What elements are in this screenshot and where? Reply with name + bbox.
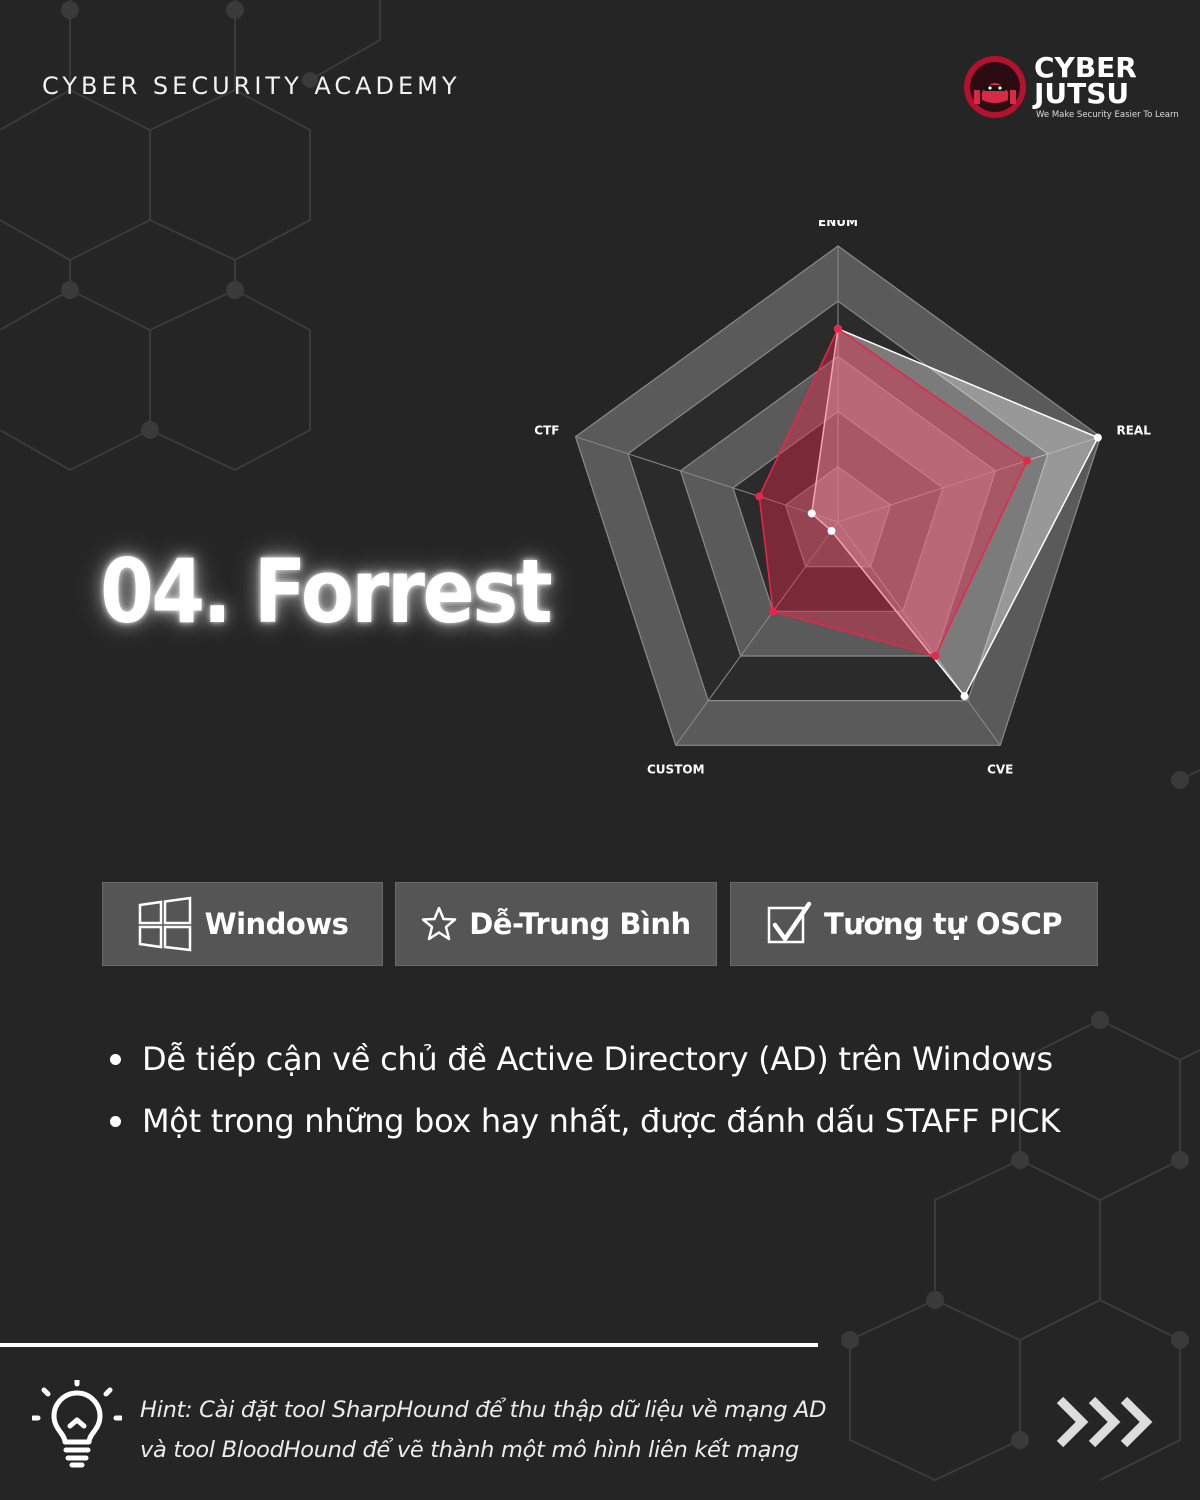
bullet-dot — [110, 1054, 121, 1065]
logo-word-jutsu: JUTSU — [1034, 77, 1130, 110]
difficulty-tag: Dễ-Trung Bình — [395, 882, 717, 966]
radar-point-2-cve — [931, 651, 940, 660]
radar-axis-label-ctf: CTF — [534, 424, 559, 438]
triple-chevron-right-icon[interactable] — [1052, 1392, 1162, 1452]
list-item-text: Dễ tiếp cận về chủ đề Active Directory (… — [142, 1040, 1053, 1078]
radar-point-1-custom — [827, 526, 836, 535]
lightbulb-icon — [32, 1380, 122, 1468]
bullet-dot — [110, 1116, 121, 1127]
radar-axis-label-enum: ENUM — [818, 220, 858, 229]
list-item-text: Một trong những box hay nhất, được đánh … — [142, 1102, 1061, 1140]
box-title: 04. Forrest — [100, 540, 553, 643]
star-icon — [421, 906, 457, 942]
academy-label: CYBER SECURITY ACADEMY — [42, 72, 461, 100]
difficulty-tag-label: Dễ-Trung Bình — [469, 907, 691, 941]
divider-line — [0, 1343, 818, 1347]
hint-line-1: Hint: Cài đặt tool SharpHound để thu thậ… — [140, 1397, 827, 1423]
radar-axis-label-cve: CVE — [987, 762, 1013, 776]
logo-tagline: We Make Security Easier To Learn — [1036, 110, 1179, 120]
radar-chart: ENUM REAL CVE CUSTOM CTF — [534, 220, 1151, 776]
radar-point-2-custom — [769, 607, 778, 616]
radar-point-2-enum — [834, 324, 842, 333]
checkbox-icon — [766, 901, 812, 947]
feature-list: Dễ tiếp cận về chủ đề Active Directory (… — [106, 1036, 1166, 1160]
radar-point-1-ctf — [807, 509, 816, 518]
radar-axis-label-real: REAL — [1116, 424, 1151, 438]
ninja-badge-icon — [964, 56, 1026, 118]
radar-point-2-real — [1022, 456, 1031, 465]
radar-point-2-ctf — [755, 492, 764, 501]
os-tag-label: Windows — [204, 907, 349, 941]
cyberjutsu-logo: CYBER JUTSU We Make Security Easier To L… — [962, 52, 1179, 122]
radar-axis-label-custom: CUSTOM — [647, 762, 705, 776]
radar-point-1-cve — [960, 692, 969, 701]
list-item: Một trong những box hay nhất, được đánh … — [106, 1098, 1166, 1144]
similar-tag: Tương tự OSCP — [730, 882, 1098, 966]
hint-text: Hint: Cài đặt tool SharpHound để thu thậ… — [140, 1390, 840, 1470]
radar-point-1-real — [1093, 433, 1102, 442]
hint-line-2: và tool BloodHound để vẽ thành một mô hì… — [140, 1437, 800, 1463]
list-item: Dễ tiếp cận về chủ đề Active Directory (… — [106, 1036, 1166, 1082]
similar-tag-label: Tương tự OSCP — [823, 907, 1063, 941]
windows-icon — [137, 896, 193, 952]
os-tag: Windows — [102, 882, 383, 966]
